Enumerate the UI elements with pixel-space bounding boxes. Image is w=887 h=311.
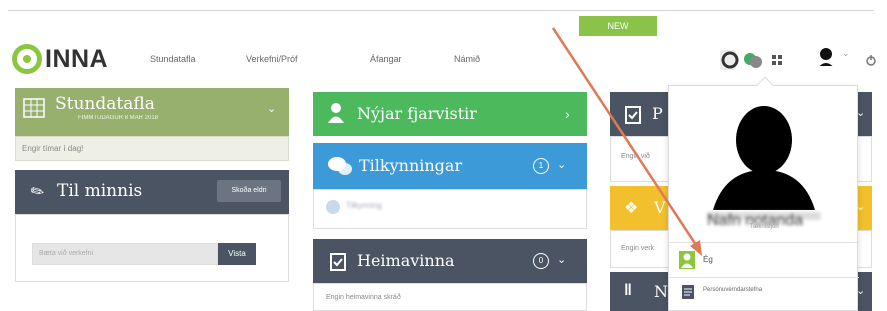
- annotation-arrow: [551, 27, 702, 256]
